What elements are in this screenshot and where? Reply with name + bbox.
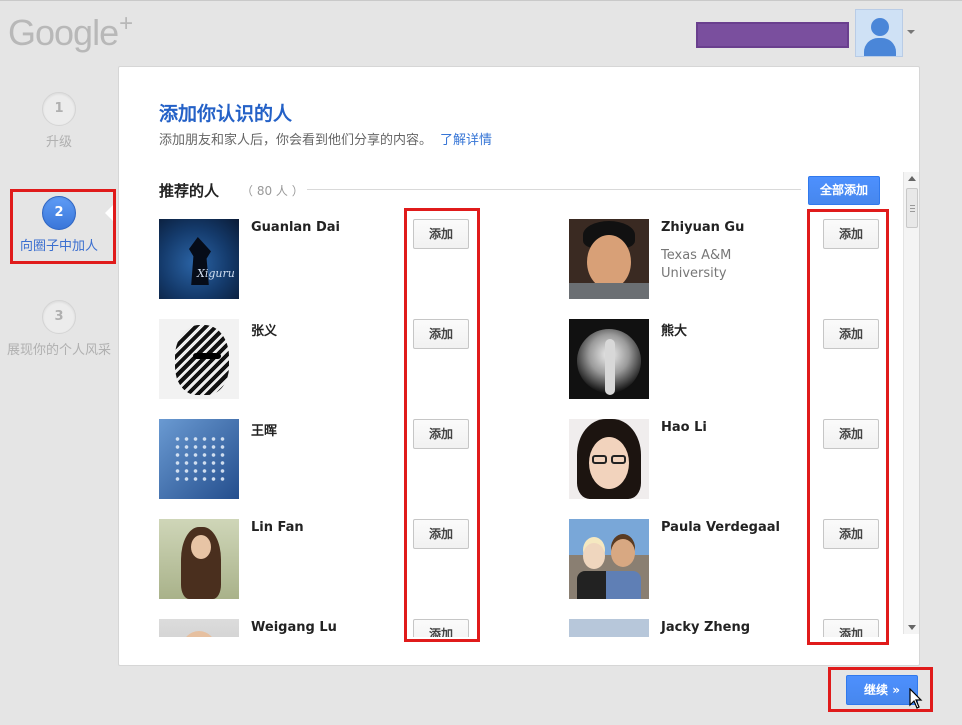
person-photo[interactable] — [569, 419, 649, 499]
chevron-down-icon[interactable] — [907, 30, 915, 34]
photo-glasses-right — [611, 455, 626, 464]
logo-text: Google — [8, 12, 119, 53]
person-name[interactable]: Zhiyuan Gu — [661, 220, 744, 235]
photo-face — [191, 535, 211, 559]
step-number: 3 — [42, 300, 76, 334]
section-title: 推荐的人 — [159, 182, 220, 200]
add-all-button[interactable]: 全部添加 — [808, 176, 880, 205]
person-name[interactable]: Weigang Lu — [251, 620, 337, 635]
photo-eyes — [193, 353, 221, 359]
photo-face — [175, 325, 229, 395]
highlight-box-add-column-right — [807, 209, 889, 645]
person-name[interactable]: 王晖 — [251, 420, 277, 439]
step-label: 展现你的个人风采 — [6, 343, 111, 358]
top-border — [0, 0, 962, 1]
photo-glasses-left — [592, 455, 607, 464]
person-name[interactable]: 张义 — [251, 320, 277, 339]
user-avatar-icon[interactable] — [855, 9, 903, 57]
photo-shirts — [577, 571, 641, 599]
scrollbar-thumb[interactable] — [906, 188, 918, 228]
highlight-box-step — [10, 189, 116, 264]
person-name[interactable]: 熊大 — [661, 320, 687, 339]
thumb-grip — [910, 211, 915, 212]
person-photo[interactable] — [569, 519, 649, 599]
person-photo[interactable] — [159, 619, 239, 637]
person-name[interactable]: Guanlan Dai — [251, 220, 340, 235]
person-name[interactable]: Paula Verdegaal — [661, 520, 780, 535]
people-list[interactable]: Xiguru Guanlan Dai 添加 Zhiyuan Gu Texas A… — [159, 219, 901, 637]
page-subtitle: 添加朋友和家人后，你会看到他们分享的内容。 了解详情 — [159, 129, 492, 148]
step-show-yourself[interactable]: 3 展现你的个人风采 — [4, 300, 114, 359]
learn-more-link[interactable]: 了解详情 — [440, 133, 492, 148]
photo-shirt — [569, 283, 649, 299]
person-photo[interactable] — [159, 319, 239, 399]
section-count: （ 80 人 ） — [241, 184, 304, 198]
subtitle-text: 添加朋友和家人后，你会看到他们分享的内容。 — [159, 133, 433, 148]
thumb-grip — [910, 208, 915, 209]
person-name[interactable]: Hao Li — [661, 420, 707, 435]
section-divider — [307, 189, 801, 190]
photo-molecule — [173, 435, 225, 483]
person-photo[interactable] — [159, 419, 239, 499]
person-name[interactable]: Jacky Zheng — [661, 620, 750, 635]
logo-plus: + — [119, 10, 133, 37]
google-plus-logo[interactable]: Google+ — [8, 10, 133, 54]
highlight-box-add-column-left — [404, 208, 480, 642]
person-affiliation: Texas A&M University — [661, 248, 732, 281]
photo-watermark: Xiguru — [197, 267, 235, 280]
step-upgrade[interactable]: 1 升级 — [4, 92, 114, 151]
person-photo[interactable] — [569, 219, 649, 299]
people-list-scrollbar[interactable] — [903, 172, 919, 634]
person-photo[interactable] — [569, 319, 649, 399]
page-title: 添加你认识的人 — [159, 103, 293, 125]
thumb-grip — [910, 205, 915, 206]
photo-person-a — [583, 543, 605, 569]
photo-face — [181, 631, 217, 637]
person-photo[interactable] — [569, 619, 649, 637]
photo-person-b — [611, 539, 635, 567]
person-photo[interactable] — [159, 519, 239, 599]
person-photo[interactable]: Xiguru — [159, 219, 239, 299]
avatar-head-shape — [871, 18, 889, 36]
continue-button[interactable]: 继续 » — [846, 675, 918, 705]
scroll-down-arrow-icon[interactable] — [908, 625, 916, 630]
add-people-card: 添加你认识的人 添加朋友和家人后，你会看到他们分享的内容。 了解详情 推荐的人 （… — [118, 66, 920, 666]
photo-figure — [605, 339, 615, 395]
person-name[interactable]: Lin Fan — [251, 520, 304, 535]
step-label: 升级 — [45, 135, 72, 150]
redacted-username-bar[interactable] — [696, 22, 849, 48]
scroll-up-arrow-icon[interactable] — [908, 176, 916, 181]
avatar-body-shape — [864, 38, 896, 56]
photo-face — [587, 235, 631, 289]
step-number: 1 — [42, 92, 76, 126]
